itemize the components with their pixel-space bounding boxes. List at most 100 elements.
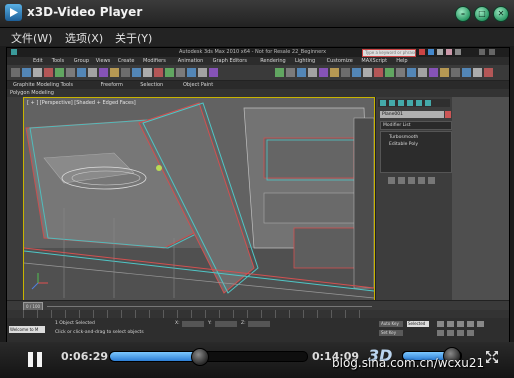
menu-file[interactable]: 文件(W) — [11, 30, 52, 46]
video-toolbar-button — [297, 68, 306, 77]
current-time: 0:06:29 — [61, 350, 109, 363]
title-bar[interactable]: x3D-Video Player – □ ✕ — [0, 0, 514, 28]
video-viewport: [ + ] [Perspective] [Shaded + Edged Face… — [23, 97, 375, 302]
video-toolbar-button — [176, 68, 185, 77]
video-app-main-toolbar — [7, 65, 509, 81]
video-search-box: Type a keyword or phrase — [362, 49, 416, 57]
video-menu-item: Tools — [51, 58, 65, 64]
menu-about[interactable]: 关于(Y) — [115, 30, 152, 46]
video-toolbar-button — [385, 68, 394, 77]
video-toolbar-button — [22, 68, 31, 77]
video-menu-item: Help — [396, 58, 408, 64]
video-ribbon-sub: Polygon Modeling — [10, 90, 54, 96]
seek-progress — [110, 352, 199, 361]
video-toolbar-button — [374, 68, 383, 77]
video-app-ribbon: Graphite Modeling Tools Freeform Selection… — [7, 81, 509, 89]
stack-item-turbosmooth: Turbosmooth — [389, 135, 419, 140]
video-menu-item: Animation — [177, 58, 204, 64]
video-toolbar-button — [44, 68, 53, 77]
video-ribbon-tab: Object Paint — [183, 82, 214, 88]
video-toolbar-button — [88, 68, 97, 77]
video-command-panel: Plane001 Modifier List Turbosmooth Edita… — [375, 97, 452, 300]
video-toolbar-button — [418, 68, 427, 77]
video-toolbar-button — [308, 68, 317, 77]
video-toolbar-button — [209, 68, 218, 77]
set-key-text: Set Key — [381, 330, 397, 335]
video-menu-item: Edit — [33, 58, 43, 64]
video-app-menubar: Edit Tools Group Views Create Modifiers Animat… — [7, 57, 509, 65]
video-toolbar-button — [484, 68, 493, 77]
video-ribbon-tab: Freeform — [100, 82, 123, 88]
video-toolbar-button — [396, 68, 405, 77]
video-toolbar-button — [66, 68, 75, 77]
video-status-bar: Welcome to M 1 Object Selected Click or … — [7, 318, 509, 342]
video-app-titlebar: Autodesk 3ds Max 2010 x64 - Not for Resa… — [7, 48, 509, 57]
video-app-title: Autodesk 3ds Max 2010 x64 - Not for Resa… — [179, 49, 327, 55]
fullscreen-icon — [486, 351, 498, 363]
video-toolbar-button — [286, 68, 295, 77]
video-toolbar-button — [462, 68, 471, 77]
video-toolbar-button — [275, 68, 284, 77]
video-toolbar-button — [407, 68, 416, 77]
video-toolbar-button — [451, 68, 460, 77]
seek-handle[interactable] — [190, 348, 209, 366]
video-app-ribbon-panel: Polygon Modeling — [7, 89, 509, 97]
menu-options[interactable]: 选项(X) — [65, 30, 103, 46]
coord-y-label: Y: — [208, 321, 212, 326]
watermark-text: blog.sina.com.cn/wcxu21 — [332, 356, 485, 370]
auto-key-button: Auto Key — [379, 321, 403, 327]
frame-readout: 0 / 100 — [26, 304, 41, 309]
video-menu-item: Customize — [326, 58, 353, 64]
playback-controls — [437, 321, 507, 337]
video-menu-item: MAXScript — [361, 58, 388, 64]
video-menu-item: Modifiers — [143, 58, 166, 64]
video-app-toolbar-icons — [419, 49, 499, 55]
coord-x-label: X: — [175, 321, 180, 326]
object-name-text: Plane001 — [382, 112, 403, 117]
prompt-line: Click or click-and-drag to select object… — [55, 330, 144, 335]
video-menu-item: Rendering — [260, 58, 286, 64]
restore-button[interactable]: □ — [474, 6, 490, 22]
video-toolbar-button — [352, 68, 361, 77]
video-left-strip — [7, 97, 23, 300]
minimize-button[interactable]: – — [455, 6, 471, 22]
video-toolbar-button — [330, 68, 339, 77]
app-logo-icon — [5, 4, 22, 21]
seek-bar[interactable] — [109, 348, 308, 366]
video-toolbar-button — [99, 68, 108, 77]
video-toolbar-button — [165, 68, 174, 77]
minimize-icon: – — [461, 9, 465, 18]
max-logo-icon — [11, 49, 17, 55]
video-toolbar-button — [187, 68, 196, 77]
video-menu-item: Views — [95, 58, 111, 64]
command-panel-tabs — [378, 99, 450, 107]
player-window: x3D-Video Player – □ ✕ 文件(W) 选项(X) 关于(Y)… — [0, 0, 514, 378]
video-toolbar-button — [363, 68, 372, 77]
video-toolbar-button — [341, 68, 350, 77]
pause-button[interactable] — [22, 347, 48, 373]
video-toolbar-button — [77, 68, 86, 77]
video-search-placeholder: Type a keyword or phrase — [365, 50, 417, 55]
coord-z-label: Z: — [241, 321, 246, 326]
selected-field: Selected — [407, 321, 429, 327]
window-title: x3D-Video Player — [27, 5, 143, 19]
video-toolbar-button — [473, 68, 482, 77]
video-toolbar-button — [440, 68, 449, 77]
fullscreen-button[interactable] — [485, 349, 499, 363]
video-toolbar-button — [429, 68, 438, 77]
stack-item-editable-poly: Editable Poly — [389, 142, 418, 147]
video-menu-item: Lighting — [295, 58, 316, 64]
close-button[interactable]: ✕ — [493, 6, 509, 22]
video-toolbar-button — [132, 68, 141, 77]
video-toolbar-button — [55, 68, 64, 77]
video-surface[interactable]: Autodesk 3ds Max 2010 x64 - Not for Resa… — [6, 47, 510, 343]
video-toolbar-button — [121, 68, 130, 77]
video-menu-item: Create — [117, 58, 135, 64]
welcome-text: Welcome to M — [10, 327, 39, 332]
video-3d-model-render — [24, 102, 374, 301]
menu-bar: 文件(W) 选项(X) 关于(Y) — [0, 28, 514, 46]
video-ribbon-tab: Selection — [140, 82, 164, 88]
video-toolbar-button — [110, 68, 119, 77]
object-color-swatch — [445, 111, 451, 118]
video-toolbar-button — [11, 68, 20, 77]
